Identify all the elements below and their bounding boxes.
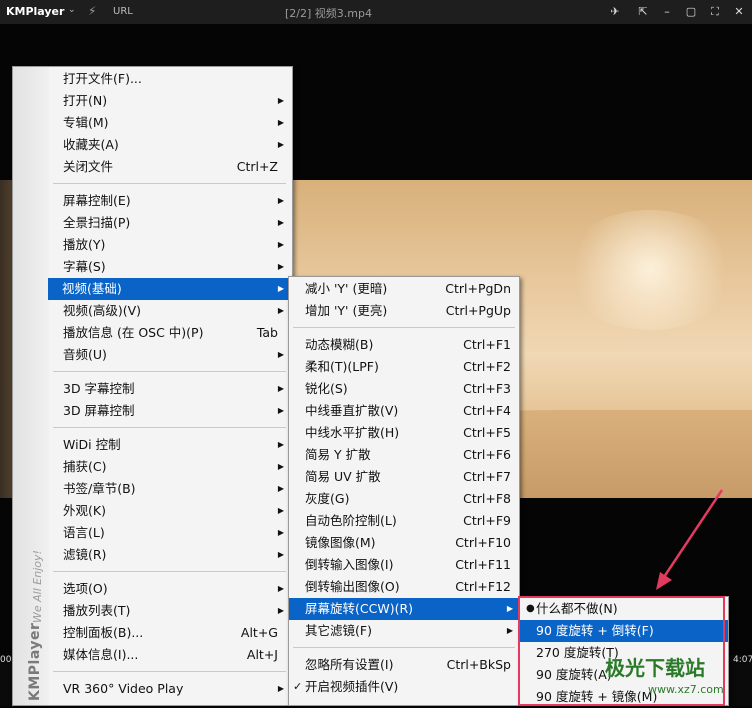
annotation-arrow: [656, 489, 724, 590]
watermark-logo: 极光下载站: [605, 656, 705, 680]
watermark-url: www.xz7.com: [648, 683, 724, 696]
